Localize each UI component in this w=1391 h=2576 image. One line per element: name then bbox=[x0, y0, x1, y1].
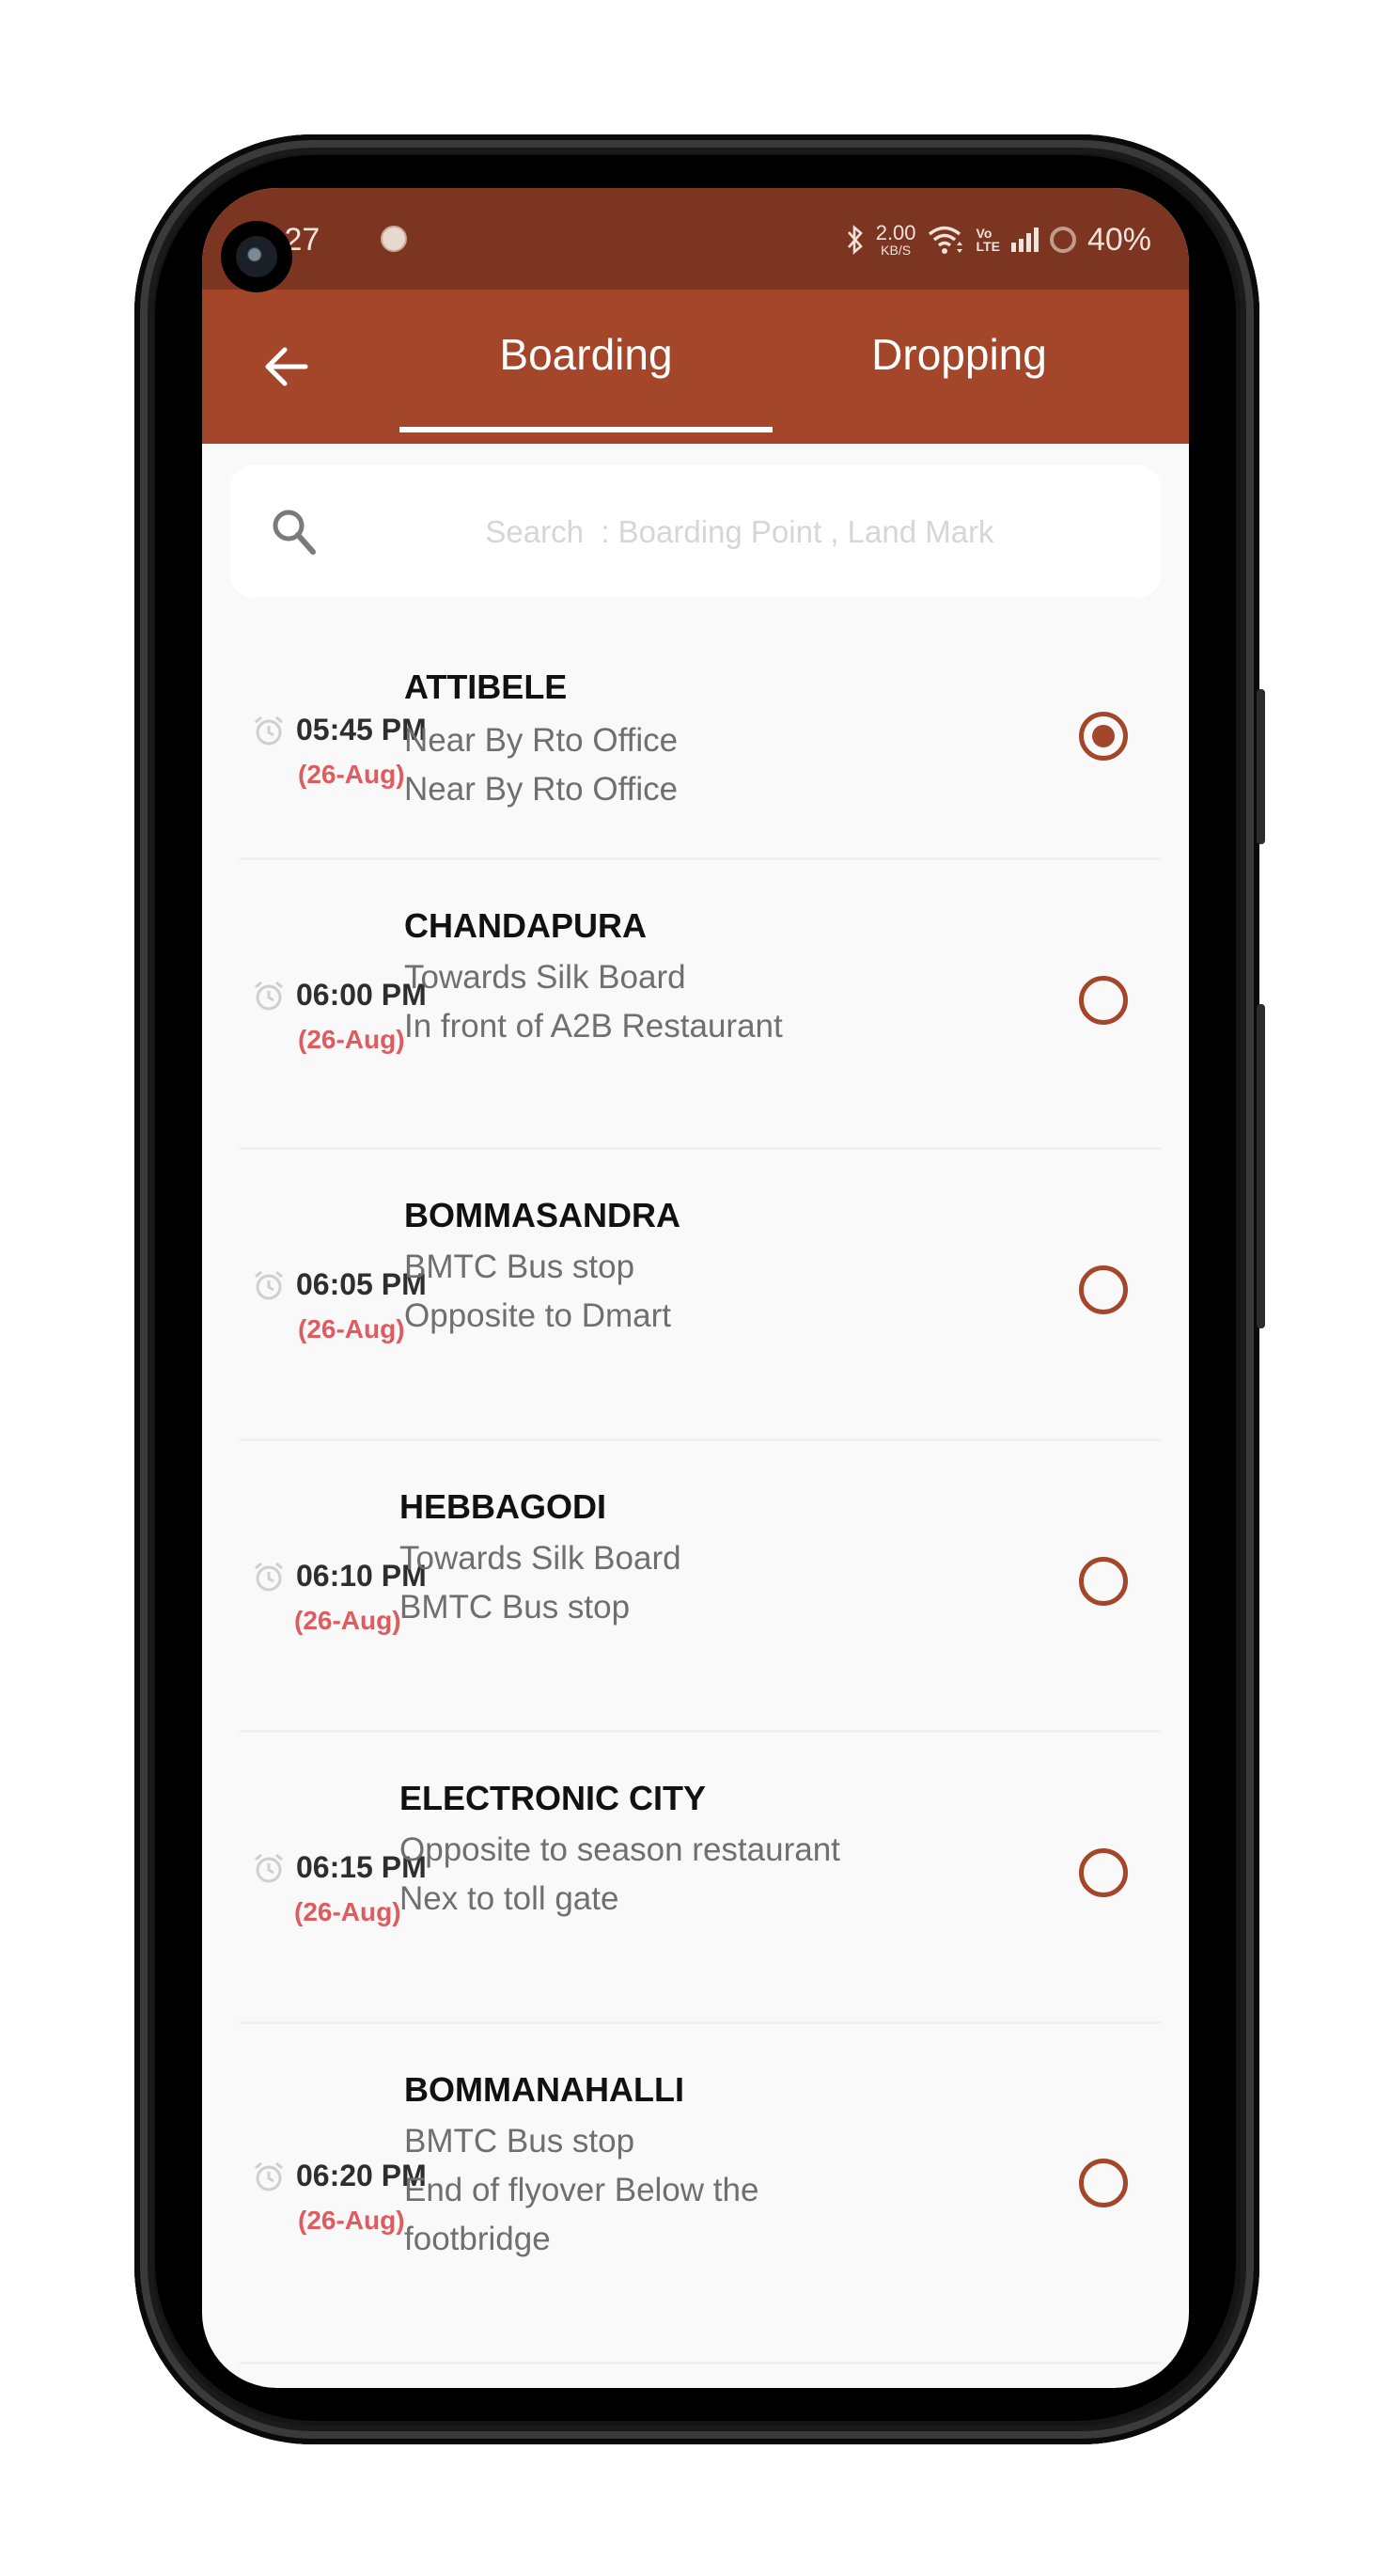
header: Boarding Dropping bbox=[202, 290, 1189, 444]
boarding-address-line: Nex to toll gate bbox=[399, 1880, 619, 1917]
front-camera bbox=[221, 221, 292, 292]
select-radio[interactable] bbox=[1079, 712, 1128, 761]
boarding-point-row[interactable]: 06:00 PM (26-Aug) CHANDAPURA Towards Sil… bbox=[240, 857, 1161, 1150]
boarding-address-line: BMTC Bus stop bbox=[404, 1249, 635, 1285]
boarding-date: (26-Aug) bbox=[294, 1897, 401, 1926]
volume-button bbox=[1257, 1004, 1265, 1328]
tab-dropping[interactable]: Dropping bbox=[773, 329, 1146, 395]
notification-app-icon bbox=[381, 226, 407, 252]
status-bar: :27 2.00 KB/S Vo LTE 40% bbox=[202, 188, 1189, 290]
battery-percent: 40% bbox=[1086, 221, 1151, 258]
signal-icon bbox=[1010, 228, 1039, 252]
select-radio[interactable] bbox=[1079, 1557, 1128, 1606]
power-button bbox=[1257, 689, 1265, 844]
boarding-date: (26-Aug) bbox=[298, 760, 405, 789]
tab-boarding[interactable]: Boarding bbox=[399, 329, 773, 395]
select-radio[interactable] bbox=[1079, 1265, 1128, 1314]
screen: :27 2.00 KB/S Vo LTE 40% Boarding Droppi… bbox=[202, 188, 1189, 2388]
boarding-point-name: ATTIBELE bbox=[404, 668, 568, 706]
bluetooth-icon bbox=[847, 225, 863, 255]
boarding-date: (26-Aug) bbox=[298, 1025, 405, 1054]
boarding-date: (26-Aug) bbox=[298, 1314, 405, 1343]
boarding-address-line: End of flyover Below the bbox=[404, 2172, 759, 2208]
alarm-clock-icon bbox=[255, 1562, 283, 1592]
battery-icon bbox=[1049, 227, 1076, 253]
boarding-point-row[interactable]: 06:05 PM (26-Aug) BOMMASANDRA BMTC Bus s… bbox=[240, 1147, 1161, 1441]
network-speed: 2.00 KB/S bbox=[875, 221, 916, 258]
boarding-point-row[interactable]: 05:45 PM (26-Aug) ATTIBELE Near By Rto O… bbox=[240, 630, 1161, 860]
volte-icon: Vo LTE bbox=[976, 226, 1000, 254]
boarding-point-row[interactable]: 06:20 PM (26-Aug) BOMMANAHALLI BMTC Bus … bbox=[240, 2021, 1161, 2364]
boarding-address-line: Towards Silk Board bbox=[399, 1540, 681, 1577]
boarding-point-name: BOMMASANDRA bbox=[404, 1196, 680, 1234]
boarding-point-name: HEBBAGODI bbox=[399, 1487, 607, 1526]
select-radio[interactable] bbox=[1079, 2159, 1128, 2207]
boarding-address-line: BMTC Bus stop bbox=[399, 1589, 631, 1626]
status-icons: 2.00 KB/S Vo LTE 40% bbox=[846, 216, 1151, 263]
alarm-clock-icon bbox=[255, 2161, 283, 2191]
boarding-address-line: Near By Rto Office bbox=[404, 771, 679, 808]
alarm-clock-icon bbox=[255, 1853, 283, 1883]
alarm-clock-icon bbox=[255, 715, 283, 746]
search-input[interactable] bbox=[352, 503, 1127, 561]
boarding-address-line: In front of A2B Restaurant bbox=[404, 1008, 783, 1045]
boarding-point-name: ELECTRONIC CITY bbox=[399, 1779, 707, 1817]
boarding-address-line: Towards Silk Board bbox=[404, 959, 686, 996]
boarding-date: (26-Aug) bbox=[298, 2206, 405, 2235]
search-box[interactable] bbox=[230, 465, 1161, 597]
boarding-address-line: Opposite to season restaurant bbox=[399, 1831, 840, 1868]
alarm-clock-icon bbox=[255, 981, 283, 1011]
boarding-address-line: Opposite to Dmart bbox=[404, 1297, 671, 1334]
boarding-point-name: CHANDAPURA bbox=[404, 906, 647, 945]
select-radio[interactable] bbox=[1079, 1848, 1128, 1897]
select-radio[interactable] bbox=[1079, 976, 1128, 1025]
active-tab-indicator bbox=[399, 427, 773, 432]
boarding-address-line: Near By Rto Office bbox=[404, 722, 679, 759]
search-icon bbox=[273, 510, 316, 555]
boarding-point-row[interactable]: 06:10 PM (26-Aug) HEBBAGODI Towards Silk… bbox=[240, 1438, 1161, 1733]
boarding-point-row[interactable]: 06:15 PM (26-Aug) ELECTRONIC CITY Opposi… bbox=[240, 1730, 1161, 2024]
boarding-address-line: BMTC Bus stop bbox=[404, 2123, 635, 2160]
wifi-icon bbox=[928, 226, 962, 254]
arrow-left-icon[interactable] bbox=[258, 338, 315, 395]
boarding-address-line: footbridge bbox=[404, 2221, 551, 2257]
boarding-date: (26-Aug) bbox=[294, 1606, 401, 1635]
boarding-point-name: BOMMANAHALLI bbox=[404, 2070, 684, 2109]
alarm-clock-icon bbox=[255, 1270, 283, 1300]
